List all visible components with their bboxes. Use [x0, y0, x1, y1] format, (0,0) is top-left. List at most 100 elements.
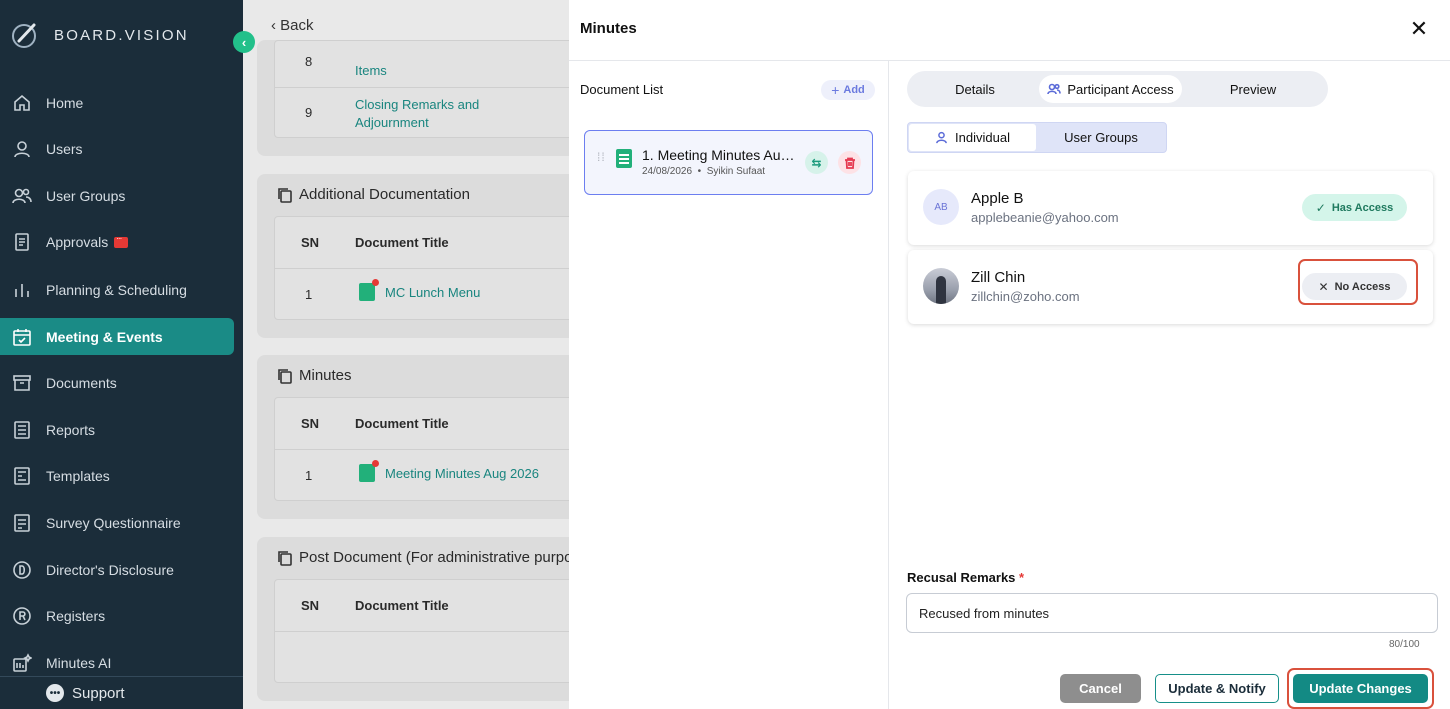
- bar-chart-icon: [12, 280, 32, 300]
- file-icon: [616, 149, 632, 168]
- sidebar-item-label: Approvals: [46, 233, 109, 250]
- add-document-button[interactable]: + Add: [821, 80, 875, 100]
- required-mark: *: [1019, 570, 1025, 585]
- column-header-sn: SN: [301, 598, 320, 613]
- document-link[interactable]: Meeting Minutes Aug 2026: [359, 460, 539, 482]
- logo-icon: [12, 23, 36, 48]
- back-button[interactable]: ‹ Back: [271, 17, 314, 34]
- agenda-card: 8 Items 9 Closing Remarks and Adjournmen…: [257, 40, 569, 156]
- modal-tabs: Details Participant Access Preview: [907, 71, 1328, 107]
- row-sn: 1: [305, 287, 313, 302]
- check-icon: ✓: [1315, 200, 1326, 215]
- row-divider: [275, 87, 569, 88]
- document-list-label: Document List: [580, 82, 664, 97]
- template-icon: [12, 466, 32, 486]
- section-title-text: Post Document (For administrative purpos: [299, 549, 569, 566]
- column-header-title: Document Title: [355, 416, 449, 431]
- copy-icon: [277, 550, 293, 566]
- sidebar-item-label: Home: [46, 94, 84, 111]
- close-icon[interactable]: ✕: [1407, 18, 1431, 42]
- sidebar-item-label: Documents: [46, 374, 117, 391]
- chevron-left-icon: ‹: [241, 34, 247, 50]
- sidebar-item-label: Survey Questionnaire: [46, 514, 181, 531]
- highlight-no-access: [1298, 259, 1418, 305]
- archive-icon: [12, 373, 32, 393]
- minutes-ai-icon: [12, 652, 32, 673]
- recusal-remarks-input[interactable]: [906, 593, 1438, 633]
- sidebar-item-planning[interactable]: Planning & Scheduling: [0, 271, 243, 308]
- section-title-text: Minutes: [299, 367, 352, 384]
- row-sn: 1: [305, 468, 313, 483]
- agenda-item-link[interactable]: Closing Remarks and Adjournment: [355, 96, 505, 132]
- sidebar-item-approvals[interactable]: Approvals: [0, 223, 243, 260]
- brand-logo[interactable]: BOARD.VISION: [10, 20, 189, 50]
- update-notify-button[interactable]: Update & Notify: [1155, 674, 1279, 703]
- has-access-toggle[interactable]: ✓ Has Access: [1302, 194, 1407, 221]
- column-header-sn: SN: [301, 235, 320, 250]
- sidebar-item-label: User Groups: [46, 187, 126, 204]
- file-icon: [359, 460, 379, 482]
- support-link[interactable]: ••• Support: [0, 676, 243, 709]
- sidebar-item-reports[interactable]: Reports: [0, 411, 243, 448]
- document-list-panel: Document List + Add ⁞⁞ 1. Meeting Minute…: [569, 61, 889, 709]
- sidebar-item-registers[interactable]: Registers: [0, 597, 243, 634]
- document-name: 1. Meeting Minutes Aug 2026: [642, 147, 798, 163]
- list-icon: [12, 420, 32, 440]
- sidebar-item-templates[interactable]: Templates: [0, 457, 243, 494]
- drag-handle-icon[interactable]: ⁞⁞: [597, 151, 607, 163]
- document-author: Syikin Sufaat: [706, 166, 766, 177]
- sidebar-item-user-groups[interactable]: User Groups: [0, 177, 243, 214]
- tab-details[interactable]: Details: [911, 75, 1039, 103]
- user-icon: [936, 131, 947, 144]
- sidebar-item-survey[interactable]: Survey Questionnaire: [0, 504, 243, 541]
- remarks-label-text: Recusal Remarks: [907, 570, 1016, 585]
- section-title-text: Additional Documentation: [299, 186, 470, 203]
- trash-icon[interactable]: [838, 151, 861, 174]
- sidebar-item-home[interactable]: Home: [0, 84, 243, 121]
- file-icon: [359, 279, 379, 301]
- tab-preview[interactable]: Preview: [1187, 75, 1319, 103]
- sidebar-item-directors-disclosure[interactable]: Director's Disclosure: [0, 551, 243, 588]
- document-date: 24/08/2026: [642, 166, 693, 177]
- document-link[interactable]: MC Lunch Menu: [359, 279, 481, 301]
- participant-email: zillchin@zoho.com: [971, 289, 1080, 304]
- sidebar-item-documents[interactable]: Documents: [0, 364, 243, 401]
- character-counter: 80/100: [1389, 639, 1420, 650]
- agenda-item-link[interactable]: Items: [355, 63, 387, 78]
- row-divider: [275, 449, 569, 450]
- document-link-text: Meeting Minutes Aug 2026: [385, 465, 539, 481]
- participant-name: Apple B: [971, 190, 1024, 207]
- sidebar-item-label: Templates: [46, 467, 110, 484]
- add-label: Add: [843, 84, 865, 96]
- agenda-sn: 9: [305, 105, 313, 120]
- user-icon: [12, 139, 32, 159]
- agenda-sn: 8: [305, 54, 313, 69]
- sidebar-item-users[interactable]: Users: [0, 130, 243, 167]
- participant-name: Zill Chin: [971, 269, 1026, 286]
- document-link-text: MC Lunch Menu: [385, 284, 481, 300]
- recusal-remarks-label: Recusal Remarks *: [907, 570, 1024, 585]
- sidebar-item-label: Planning & Scheduling: [46, 281, 187, 298]
- documents-table: SN Document Title: [274, 579, 569, 683]
- sidebar-item-label: Meeting & Events: [46, 328, 163, 345]
- column-header-title: Document Title: [355, 235, 449, 250]
- notification-badge: [114, 234, 129, 248]
- document-list-item[interactable]: ⁞⁞ 1. Meeting Minutes Aug 2026 24/08/202…: [584, 130, 873, 195]
- section-card-post-document: Post Document (For administrative purpos…: [257, 537, 569, 701]
- sidebar-item-label: Reports: [46, 421, 96, 438]
- cancel-button[interactable]: Cancel: [1060, 674, 1141, 703]
- subtab-individual[interactable]: Individual: [909, 124, 1036, 151]
- swap-icon[interactable]: ⇆: [805, 151, 828, 174]
- support-label: Support: [72, 684, 125, 702]
- minutes-modal: Minutes ✕ Document List + Add ⁞⁞ 1. Meet…: [569, 0, 1450, 709]
- sidebar-item-meeting-events[interactable]: Meeting & Events: [0, 318, 234, 355]
- section-card-minutes: Minutes SN Document Title 1 Meeting Minu…: [257, 355, 569, 519]
- sidebar-item-label: Users: [46, 140, 83, 157]
- avatar: [923, 268, 959, 304]
- subtab-user-groups[interactable]: User Groups: [1038, 124, 1164, 151]
- tab-participant-access[interactable]: Participant Access: [1039, 75, 1182, 103]
- section-title: Minutes: [277, 367, 352, 384]
- sidebar-collapse-button[interactable]: ‹: [233, 31, 255, 53]
- avatar: AB: [923, 189, 959, 225]
- sidebar-item-label: Registers: [46, 607, 106, 624]
